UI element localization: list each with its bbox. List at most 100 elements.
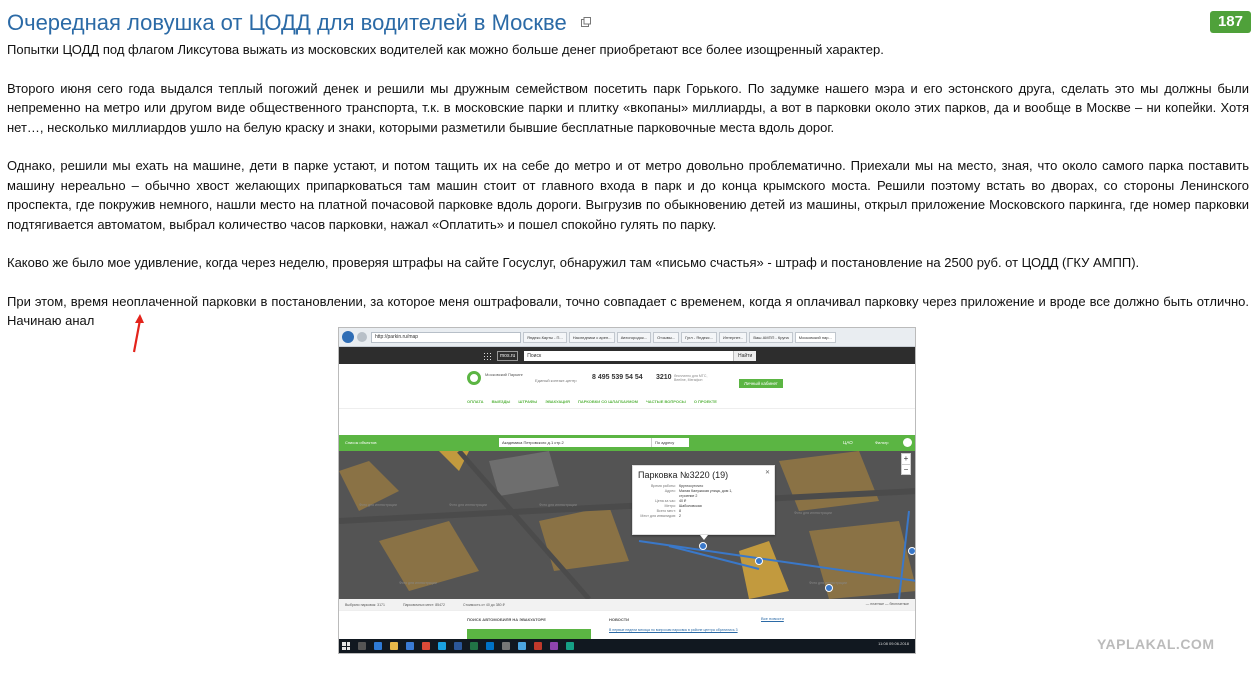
phone-number: 8 495 539 54 54 [592, 374, 643, 381]
back-arrow-icon[interactable] [342, 331, 354, 343]
browser-tab-active[interactable]: Московский пар... [794, 331, 836, 343]
status-item: Выбрано парковок: 3171 [345, 602, 385, 607]
rating-badge[interactable]: 187 [1209, 11, 1251, 33]
address-bar[interactable]: http://parkin.ru/map [371, 331, 521, 343]
map-watermark-text: Фото для иллюстрации [539, 503, 577, 507]
popup-title: Парковка №3220 (19) [638, 470, 729, 480]
site-header: Московский Паркинг Единый контакт-центр … [339, 364, 915, 409]
app-icon[interactable] [566, 642, 574, 650]
popup-pointer [700, 535, 708, 540]
short-number-note: бесплатно для МТС, Beeline, Мегафон [674, 374, 708, 382]
skype-icon[interactable] [438, 642, 446, 650]
system-clock[interactable]: 11:08 09.06.2018 [878, 641, 909, 646]
nav-item[interactable]: ЧАСТЫЕ ВОПРОСЫ [646, 399, 686, 404]
map-watermark-text: Фото для иллюстрации [449, 503, 487, 507]
mos-search-input[interactable]: Поиск Найти [524, 350, 757, 361]
external-link-icon[interactable] [581, 17, 592, 27]
browser-tab[interactable]: Яндекс.Карты - П... [523, 331, 567, 343]
post-header: Очередная ловушка от ЦОДД для водителей … [7, 9, 1252, 37]
post-body: Попытки ЦОДД под флагом Ликсутова выжать… [7, 40, 1249, 350]
nav-item[interactable]: ВЫЕЗДЫ [492, 399, 511, 404]
map-search-value: Академика Петровского д.1 стр.2 [502, 440, 564, 445]
paragraph-5: При этом, время неоплаченной парковки в … [7, 293, 1249, 329]
popup-row: Мест для инвалидов: 2 [633, 514, 774, 519]
section-heading: НОВОСТИ [609, 617, 630, 622]
nav-item[interactable]: ОПЛАТА [467, 399, 484, 404]
parking-map[interactable]: Фото для иллюстрации Фото для иллюстраци… [339, 451, 915, 599]
browser-tab[interactable]: Гугл - Яндекс... [681, 331, 718, 343]
close-icon[interactable]: ✕ [765, 469, 770, 476]
logo-text: Московский Паркинг [485, 372, 524, 377]
paragraph-3: Однако, решили мы ехать на машине, дети … [7, 158, 1249, 232]
excel-icon[interactable] [470, 642, 478, 650]
map-watermark-text: Фото для иллюстрации [399, 581, 437, 585]
mos-logo[interactable]: mos.ru [497, 350, 519, 361]
filter-button[interactable]: Фильтр [875, 440, 888, 445]
browser-bar: http://parkin.ru/map Яндекс.Карты - П...… [339, 328, 915, 347]
close-icon[interactable] [903, 438, 912, 447]
mos-search-button[interactable]: Найти [733, 350, 757, 361]
browser-tab[interactable]: Отзывы... [653, 331, 680, 343]
paragraph-1: Попытки ЦОДД под флагом Ликсутова выжать… [7, 42, 884, 57]
news-link[interactable]: В первые недели месяца по вопросам парко… [609, 628, 784, 632]
word-icon[interactable] [454, 642, 462, 650]
object-list-toggle[interactable]: Список объектов [345, 440, 376, 445]
personal-cabinet-button[interactable]: Личный кабинет [739, 379, 783, 388]
apps-grid-icon[interactable] [483, 351, 491, 360]
folder-icon[interactable] [390, 642, 398, 650]
forward-arrow-icon[interactable] [357, 332, 367, 342]
map-watermark-text: Фото для иллюстрации [809, 581, 847, 585]
all-news-link[interactable]: Все новости [761, 616, 784, 621]
mos-topbar: mos.ru Поиск Найти [339, 347, 915, 364]
district-select[interactable]: ЦАО [843, 440, 853, 445]
app-icon[interactable] [550, 642, 558, 650]
map-toolbar: Список объектов Академика Петровского д.… [339, 435, 915, 451]
os-taskbar: 11:08 09.06.2018 [339, 639, 915, 653]
parking-popup[interactable]: Парковка №3220 (19) ✕ Время работы: Кругл… [632, 465, 775, 535]
mos-search-placeholder: Поиск [527, 352, 542, 359]
map-watermark-text: Фото для иллюстрации [359, 503, 397, 507]
search-icon[interactable] [358, 642, 366, 650]
site-watermark: YAPLAKAL.COM [1097, 636, 1215, 652]
map-status-bar: Выбрано парковок: 3171 Парковочных мест:… [339, 599, 915, 610]
outlook-icon[interactable] [486, 642, 494, 650]
zoom-in-icon[interactable]: + [902, 454, 910, 464]
browser-tab[interactable]: Ваш АМПП - Крупа [749, 331, 793, 343]
calculator-icon[interactable] [502, 642, 510, 650]
windows-start-icon[interactable] [342, 642, 350, 650]
zoom-control[interactable]: + − [901, 453, 911, 475]
search-mode-select[interactable]: По адресу [651, 438, 689, 447]
status-item: Стоимость от 40 до 380 ₽ [462, 602, 505, 607]
nav-item[interactable]: ЭВАКУАЦИЯ [545, 399, 570, 404]
browser-tab[interactable]: Автогородок... [616, 331, 652, 343]
red-arrow-icon [132, 314, 144, 353]
popup-key: Адрес: [664, 489, 676, 493]
popup-value: 2 [679, 514, 681, 518]
browser-tab[interactable]: Наследники с арен... [568, 331, 615, 343]
parking-logo-icon[interactable] [467, 371, 481, 385]
nav-item[interactable]: ШТРАФЫ [518, 399, 537, 404]
short-number: 3210 [656, 374, 672, 381]
map-watermark-text: Фото для иллюстрации [794, 511, 832, 515]
popup-details: Время работы: Круглосуточно Адрес: Малая К… [633, 484, 774, 519]
map-legend: — платные — бесплатные [865, 602, 909, 606]
nav-item[interactable]: О ПРОЕКТЕ [694, 399, 717, 404]
callcenter-label: Единый контакт-центр [535, 378, 577, 383]
ie-browser-icon[interactable] [374, 642, 382, 650]
chrome-icon[interactable] [422, 642, 430, 650]
section-heading: ПОИСК АВТОМОБИЛЯ НА ЭВАКУАТОРЕ [467, 617, 546, 622]
mail-icon[interactable] [518, 642, 526, 650]
app-icon[interactable] [534, 642, 542, 650]
store-icon[interactable] [406, 642, 414, 650]
popup-value: Малая Калужская улица, дом 1, строение 2 [679, 489, 733, 498]
map-search-input[interactable]: Академика Петровского д.1 стр.2 По адрес… [499, 438, 689, 447]
paragraph-2: Второго июня сего года выдался теплый по… [7, 80, 1249, 135]
nav-item[interactable]: ПАРКОВКИ СО ШЛАГБАУМОМ [578, 399, 638, 404]
site-nav: ОПЛАТА ВЫЕЗДЫ ШТРАФЫ ЭВАКУАЦИЯ ПАРКОВКИ … [467, 399, 717, 404]
embedded-screenshot[interactable]: http://parkin.ru/map Яндекс.Карты - П...… [338, 327, 916, 654]
browser-tab[interactable]: Интернет... [719, 331, 748, 343]
popup-row: Адрес: Малая Калужская улица, дом 1, стро… [633, 489, 774, 499]
zoom-out-icon[interactable]: − [902, 464, 910, 474]
popup-key: Мест для инвалидов: [640, 514, 676, 518]
post-title-link[interactable]: Очередная ловушка от ЦОДД для водителей … [7, 10, 567, 35]
